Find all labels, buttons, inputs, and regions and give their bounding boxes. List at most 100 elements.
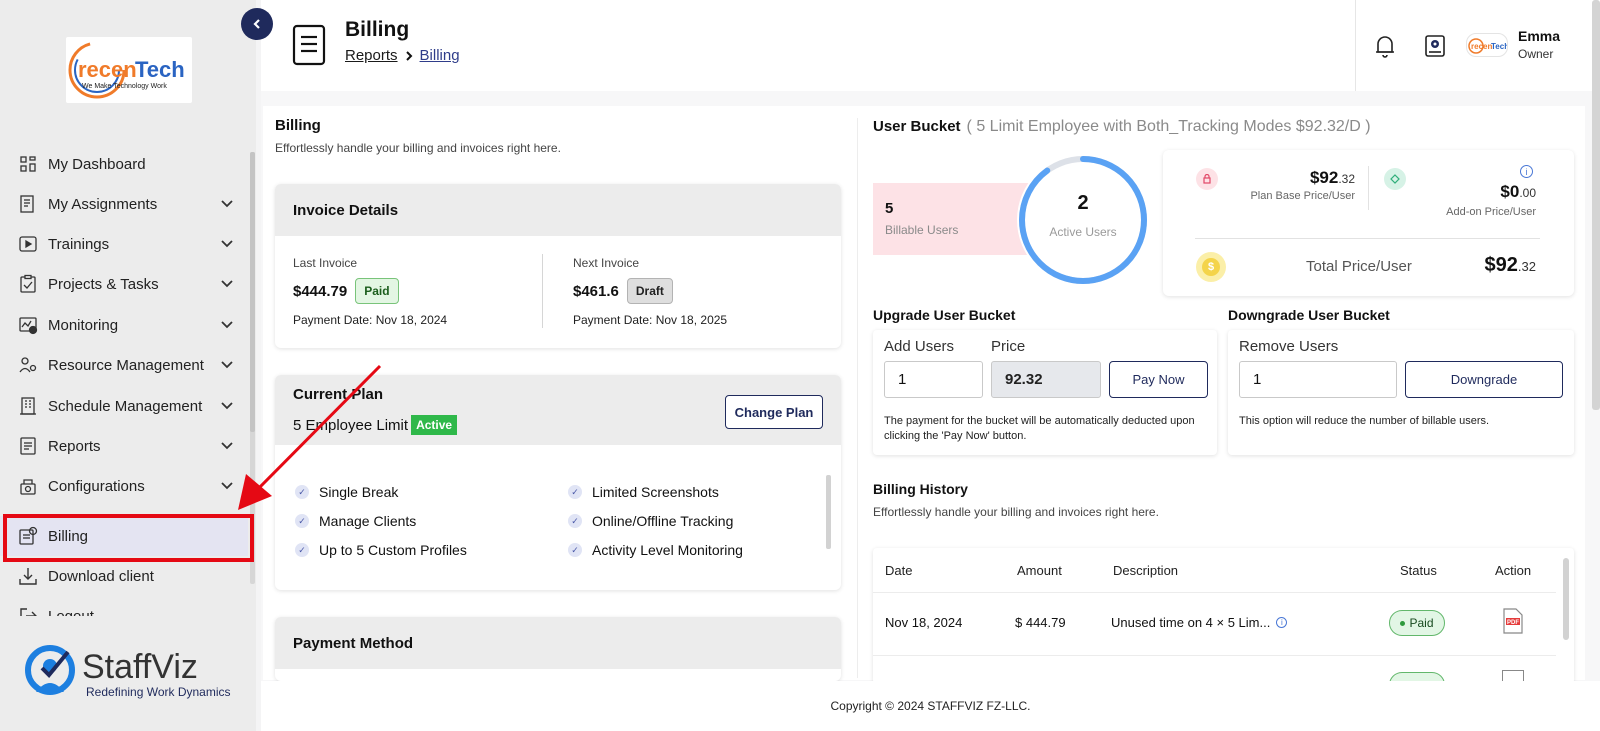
last-invoice-date: Payment Date: Nov 18, 2024 (293, 313, 448, 327)
breadcrumb-billing-link[interactable]: Billing (420, 47, 460, 64)
sidebar-item-download-client[interactable]: Download client (0, 556, 248, 596)
info-icon[interactable]: i (1276, 617, 1288, 628)
sidebar-item-label: Schedule Management (48, 397, 203, 415)
copyright-text: Copyright © 2024 STAFFVIZ FZ-LLC. (830, 699, 1031, 713)
column-divider (857, 118, 858, 678)
sidebar-item-projects-tasks[interactable]: Projects & Tasks (0, 264, 248, 304)
billing-history-subtitle: Effortlessly handle your billing and inv… (873, 505, 1159, 519)
svg-text:Tech: Tech (135, 57, 185, 82)
sidebar-item-label: Reports (48, 437, 101, 455)
sidebar-nav: My Dashboard My Assignments Trainings Pr… (0, 144, 248, 616)
document-icon (292, 24, 326, 66)
sidebar-item-logout[interactable]: Logout (0, 596, 248, 616)
header-divider (1355, 0, 1356, 91)
top-header: Billing Reports Billing recen Tech Emma … (261, 0, 1600, 91)
table-scrollbar[interactable] (1563, 558, 1569, 640)
pay-now-button[interactable]: Pay Now (1109, 361, 1208, 398)
column-header-action: Action (1495, 563, 1532, 578)
building-icon (18, 396, 38, 416)
row-description: Unused time on 4 × 5 Lim... i (1111, 615, 1288, 630)
pricing-divider (1368, 166, 1369, 210)
invoice-details-title: Invoice Details (293, 202, 399, 219)
sidebar-item-monitoring[interactable]: Monitoring (0, 305, 248, 345)
next-invoice-amount: $461.6 (573, 282, 619, 300)
plan-active-badge: Active (411, 415, 458, 435)
upgrade-bucket-title: Upgrade User Bucket (873, 307, 1016, 323)
downgrade-button[interactable]: Downgrade (1405, 361, 1563, 398)
invoice-details-header: Invoice Details (275, 184, 841, 236)
change-plan-button[interactable]: Change Plan (725, 395, 823, 429)
info-icon[interactable]: i (1520, 165, 1533, 178)
sidebar-item-label: Download client (48, 567, 154, 585)
add-users-input[interactable]: 1 (884, 361, 983, 398)
logout-icon (18, 606, 38, 616)
billing-section-subtitle: Effortlessly handle your billing and inv… (275, 141, 561, 155)
table-row-divider (873, 655, 1556, 656)
features-scrollbar[interactable] (826, 475, 831, 549)
user-bucket-heading: User Bucket ( 5 Limit Employee with Both… (873, 118, 1371, 136)
avatar[interactable]: recen Tech (1466, 33, 1508, 57)
remove-users-input[interactable]: 1 (1239, 361, 1397, 398)
sidebar-item-assignments[interactable]: My Assignments (0, 184, 248, 224)
total-price-label: Total Price/User (1306, 258, 1412, 275)
feature-item: ✓ Limited Screenshots (568, 484, 719, 500)
pricing-card: $92.32 Plan Base Price/User i $0.00 Add-… (1163, 150, 1574, 296)
settings-icon[interactable] (1424, 34, 1446, 58)
pdf-download-icon[interactable]: PDF (1502, 608, 1524, 634)
downgrade-bucket-title: Downgrade User Bucket (1228, 307, 1390, 323)
user-bucket-detail: ( 5 Limit Employee with Both_Tracking Mo… (966, 118, 1371, 135)
svg-text:Tech: Tech (1491, 42, 1508, 51)
bell-icon[interactable] (1373, 33, 1397, 59)
sidebar-item-resource-management[interactable]: Resource Management (0, 345, 248, 385)
billable-users-count: 5 (885, 200, 894, 217)
table-row: Nov 18, 2024 $ 444.79 Unused time on 4 ×… (873, 593, 1556, 655)
sidebar-item-label: Monitoring (48, 316, 119, 334)
upgrade-note: The payment for the bucket will be autom… (884, 415, 1195, 442)
sidebar-item-dashboard[interactable]: My Dashboard (0, 144, 248, 184)
svg-text:recen: recen (1471, 42, 1492, 51)
column-header-description: Description (1113, 563, 1179, 578)
price-label: Price (991, 338, 1026, 355)
sidebar-item-label: Projects & Tasks (48, 275, 159, 293)
billing-history-table: Date Amount Description Status Action No… (873, 548, 1574, 684)
user-role: Owner (1518, 47, 1554, 61)
check-icon: ✓ (295, 543, 309, 557)
people-gear-icon (18, 355, 38, 375)
status-badge: Draft (626, 278, 673, 304)
billable-users-panel: 5 Billable Users (873, 183, 1033, 255)
sidebar-item-label: My Dashboard (48, 155, 146, 173)
sidebar-item-label: Configurations (48, 477, 145, 495)
feature-item: ✓ Online/Offline Tracking (568, 513, 733, 529)
sidebar-item-reports[interactable]: Reports (0, 426, 248, 466)
chevron-left-icon (253, 19, 260, 29)
sidebar-item-schedule-management[interactable]: Schedule Management (0, 386, 248, 426)
sidebar-item-trainings[interactable]: Trainings (0, 224, 248, 264)
svg-text:We Make Technology Work: We Make Technology Work (82, 83, 167, 90)
collapse-sidebar-button[interactable] (241, 8, 273, 40)
sidebar-item-label: Billing (48, 527, 89, 545)
page-scrollbar[interactable] (1592, 0, 1600, 410)
billing-history-title: Billing History (873, 481, 968, 497)
sidebar-item-label: Trainings (48, 235, 110, 253)
price-field: 92.32 (991, 361, 1101, 398)
config-icon (18, 476, 38, 496)
payment-method-card: Payment Method (275, 617, 841, 681)
row-date: Nov 18, 2024 (885, 615, 963, 630)
sidebar-item-label: Resource Management (48, 356, 204, 374)
sidebar-item-configurations[interactable]: Configurations (0, 466, 248, 506)
report-icon (18, 436, 38, 456)
company-logo: recen Tech We Make Technology Work (66, 37, 192, 103)
svg-text:PDF: PDF (1507, 620, 1519, 626)
sidebar-item-billing[interactable]: Billing (0, 516, 248, 556)
billing-icon (18, 526, 38, 546)
product-tagline: Redefining Work Dynamics (86, 685, 231, 699)
addon-price: $0.00 (1500, 182, 1536, 201)
billable-users-label: Billable Users (885, 223, 959, 237)
breadcrumb-reports-link[interactable]: Reports (345, 47, 398, 64)
annotation-arrow (238, 364, 382, 510)
svg-text:StaffViz: StaffViz (82, 648, 198, 686)
last-invoice-label: Last Invoice (293, 256, 358, 270)
active-users-count: 2 (1077, 192, 1089, 214)
clipboard-icon (18, 274, 38, 294)
add-users-label: Add Users (884, 338, 955, 355)
